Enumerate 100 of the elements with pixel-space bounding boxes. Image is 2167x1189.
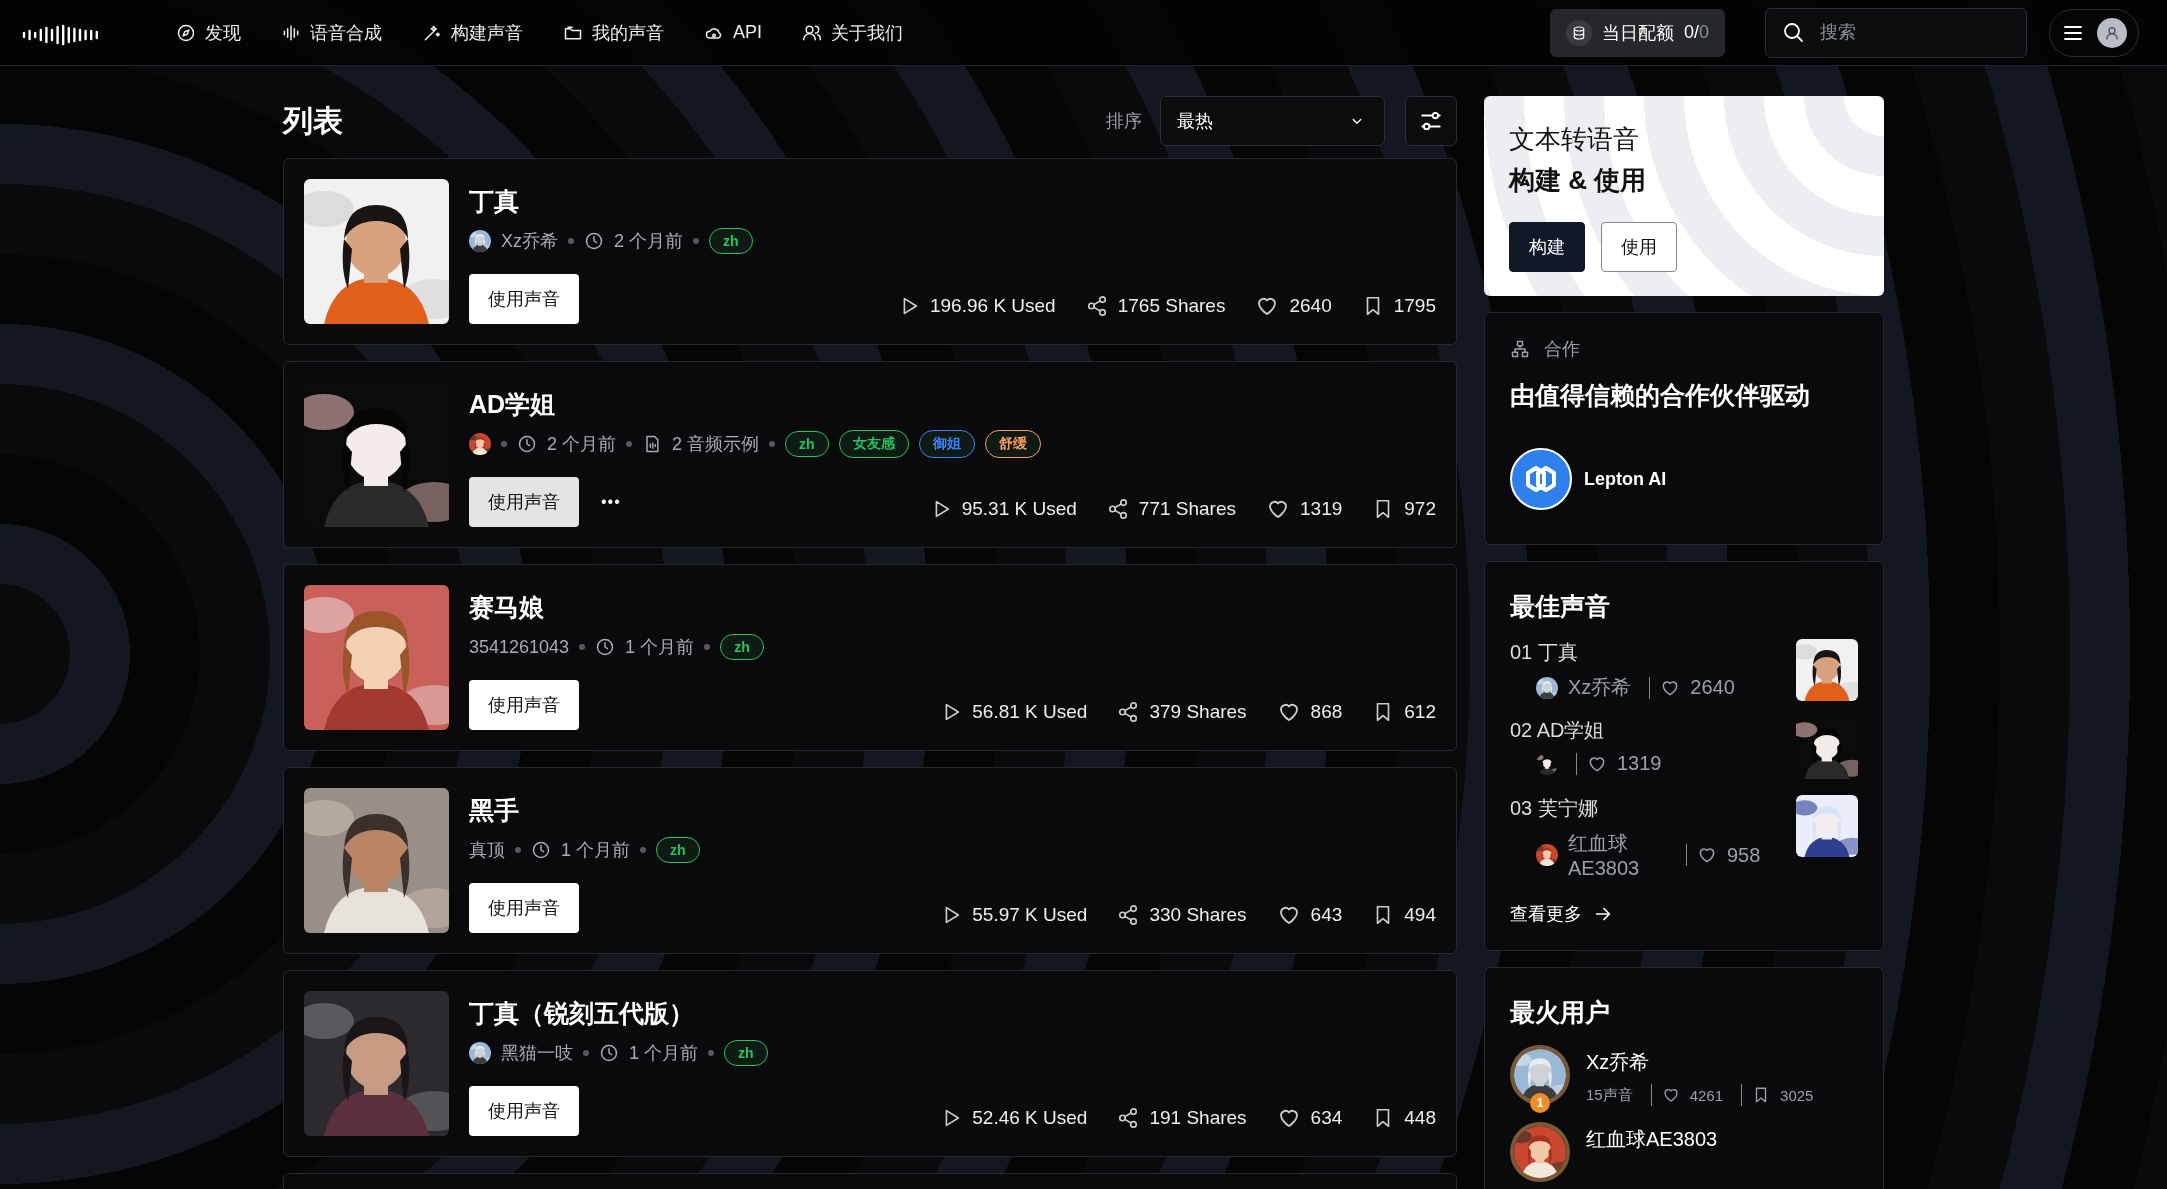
- clock-icon: [599, 1043, 619, 1063]
- share-count[interactable]: 1765 Shares: [1085, 295, 1226, 317]
- share-count[interactable]: 771 Shares: [1106, 498, 1236, 520]
- save-count[interactable]: 494: [1372, 904, 1436, 926]
- like-count: 1319: [1617, 752, 1662, 775]
- see-more-link[interactable]: 查看更多: [1510, 902, 1858, 926]
- use-count: 196.96 K Used: [898, 295, 1056, 317]
- like-count[interactable]: 1319: [1266, 497, 1343, 521]
- author-name[interactable]: 黑猫一吱: [501, 1041, 573, 1065]
- section-label: 合作: [1544, 338, 1580, 361]
- author-name: Xz乔希: [1568, 675, 1632, 700]
- compass-icon: [176, 22, 196, 43]
- share-icon: [1117, 1107, 1140, 1129]
- author-name[interactable]: 真顶: [469, 838, 505, 862]
- use-count: 55.97 K Used: [940, 904, 1088, 926]
- share-icon: [1117, 701, 1140, 723]
- tag: zh: [656, 837, 700, 863]
- use-button[interactable]: 使用: [1601, 222, 1677, 272]
- nav-link[interactable]: 构建声音: [422, 20, 523, 45]
- more-button[interactable]: •••: [595, 492, 627, 512]
- voice-title[interactable]: 赛马娘: [469, 591, 1436, 624]
- like-count[interactable]: 634: [1276, 1106, 1343, 1130]
- save-count[interactable]: 972: [1372, 498, 1436, 520]
- voice-title[interactable]: 丁真（锐刻五代版）: [469, 997, 1436, 1030]
- tag: 舒缓: [984, 430, 1041, 458]
- build-button[interactable]: 构建: [1509, 222, 1585, 272]
- sort-dropdown[interactable]: 最热: [1160, 96, 1385, 146]
- voice-card[interactable]: 赛马娘 3541261043 1 个月前 zh 使用声音 56.81 K Used 379 Shares 868 612: [283, 564, 1457, 751]
- partner-name[interactable]: Lepton AI: [1584, 468, 1667, 490]
- share-icon: [1085, 295, 1108, 317]
- tag: 女友感: [838, 430, 909, 458]
- user-name[interactable]: 红血球AE3803: [1586, 1126, 1718, 1153]
- nav-link[interactable]: 语音合成: [281, 20, 382, 45]
- time-ago: 1 个月前: [625, 636, 695, 659]
- voice-card[interactable]: 丁真 Xz乔希 2 个月前 zh 使用声音 196.96 K Used 1765 Shares 2640 1795: [283, 158, 1457, 345]
- voice-rank-name[interactable]: 02 AD学姐: [1510, 717, 1662, 744]
- search-field[interactable]: 搜索: [1765, 7, 2027, 58]
- clock-icon: [531, 840, 551, 860]
- like-count[interactable]: 868: [1276, 700, 1343, 724]
- panel-title: 最火用户: [1510, 997, 1611, 1028]
- tag: zh: [709, 228, 753, 254]
- filter-button[interactable]: [1405, 96, 1457, 146]
- tag: zh: [724, 1040, 768, 1066]
- use-voice-button[interactable]: 使用声音: [469, 680, 579, 730]
- save-count[interactable]: 1795: [1361, 295, 1436, 317]
- heart-icon: [1697, 845, 1717, 865]
- use-count: 56.81 K Used: [940, 701, 1088, 723]
- save-count[interactable]: 612: [1372, 701, 1436, 723]
- voice-card[interactable]: AD学姐 2 个月前 2 音频示例 zh 女友感 御姐 舒缓 使用声音 ••• 95.31 K Used 771 Shares 1319 972: [283, 361, 1457, 548]
- user-name[interactable]: Xz乔希: [1586, 1049, 1814, 1076]
- share-icon: [1106, 498, 1129, 520]
- nav-link[interactable]: 我的声音: [563, 20, 664, 45]
- share-count[interactable]: 330 Shares: [1117, 904, 1247, 926]
- share-count[interactable]: 379 Shares: [1117, 701, 1247, 723]
- clock-icon: [517, 434, 537, 454]
- tag: zh: [785, 431, 829, 457]
- like-count[interactable]: 2640: [1255, 294, 1332, 318]
- promo-subtitle: 文本转语音: [1509, 123, 1640, 156]
- like-count[interactable]: 643: [1276, 903, 1343, 927]
- nav-link[interactable]: 关于我们: [802, 20, 903, 45]
- use-voice-button[interactable]: 使用声音: [469, 1086, 579, 1136]
- like-count: 958: [1727, 843, 1761, 867]
- use-voice-button[interactable]: 使用声音: [469, 477, 579, 527]
- voice-title[interactable]: 黑手: [469, 794, 1436, 827]
- save-count[interactable]: 448: [1372, 1107, 1436, 1129]
- voice-rank-name[interactable]: 01 丁真: [1510, 639, 1735, 666]
- voice-count: 15声音: [1586, 1085, 1633, 1105]
- voice-title[interactable]: 丁真: [469, 185, 1436, 218]
- voice-card[interactable]: 黑手 真顶 1 个月前 zh 使用声音 55.97 K Used 330 Shares 643 494: [283, 767, 1457, 954]
- quota-label: 当日配额: [1601, 21, 1674, 45]
- author-name[interactable]: 3541261043: [469, 636, 570, 658]
- tag: zh: [720, 634, 764, 660]
- time-ago: 2 个月前: [547, 433, 616, 456]
- sort-label: 排序: [1106, 110, 1142, 133]
- heart-icon: [1661, 1086, 1680, 1104]
- like-count: 4261: [1689, 1086, 1724, 1104]
- use-voice-button[interactable]: 使用声音: [469, 883, 579, 933]
- time-ago: 1 个月前: [629, 1042, 698, 1065]
- panel-title: 最佳声音: [1510, 591, 1611, 622]
- nav-link[interactable]: 发现: [176, 20, 241, 45]
- author-name: 红血球AE3803: [1568, 831, 1641, 880]
- voice-title[interactable]: AD学姐: [469, 388, 1436, 421]
- author-name[interactable]: Xz乔希: [501, 229, 558, 253]
- time-ago: 1 个月前: [561, 839, 630, 862]
- save-count: 3025: [1780, 1086, 1814, 1104]
- share-icon: [1117, 904, 1140, 926]
- voice-card[interactable]: 丁真（锐刻五代版） 黑猫一吱 1 个月前 zh 使用声音 52.46 K Used 191 Shares 634 448: [283, 970, 1457, 1157]
- sample-count: 2 音频示例: [672, 433, 760, 456]
- nav-link[interactable]: API: [704, 20, 762, 45]
- promo-title: 构建 & 使用: [1509, 164, 1648, 197]
- voice-rank-name[interactable]: 03 芙宁娜: [1510, 795, 1761, 822]
- use-count: 95.31 K Used: [929, 498, 1077, 520]
- tag: 御姐: [918, 430, 975, 458]
- use-voice-button[interactable]: 使用声音: [469, 274, 579, 324]
- rank-badge: 1: [1530, 1093, 1550, 1113]
- account-menu-button[interactable]: [2049, 8, 2139, 57]
- partner-logo-icon: [1510, 448, 1572, 510]
- use-count: 52.46 K Used: [940, 1107, 1088, 1129]
- clock-icon: [595, 637, 616, 657]
- share-count[interactable]: 191 Shares: [1117, 1107, 1247, 1129]
